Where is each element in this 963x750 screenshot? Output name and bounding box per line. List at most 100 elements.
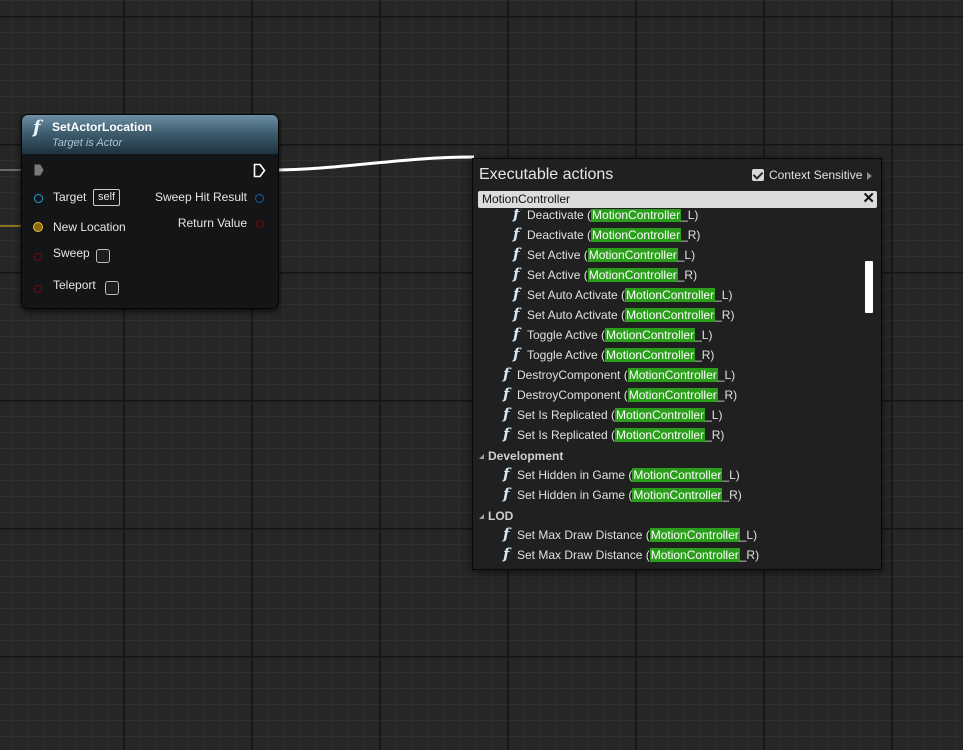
action-item[interactable]: f Set Is Replicated (MotionController_L) <box>503 406 722 426</box>
search-match-highlight: MotionController <box>649 528 740 542</box>
search-match-highlight: MotionController <box>605 328 696 342</box>
search-match-highlight: MotionController <box>591 209 682 222</box>
category-header[interactable]: Motion Controller <box>479 568 588 569</box>
function-icon: f <box>513 265 520 283</box>
teleport-checkbox[interactable] <box>105 281 119 295</box>
action-item[interactable]: f Toggle Active (MotionController_R) <box>513 346 714 366</box>
sweep-hit-result-pin-icon[interactable] <box>255 194 264 203</box>
action-label: Set Max Draw Distance ( <box>517 548 650 562</box>
function-icon: f <box>503 385 510 403</box>
target-pin-icon[interactable] <box>34 194 43 203</box>
action-label: Set Max Draw Distance ( <box>517 528 650 542</box>
function-icon: f <box>513 325 520 343</box>
action-list[interactable]: f Deactivate (MotionController_L) f Deactiv… <box>473 209 869 569</box>
new-location-pin-icon[interactable] <box>33 222 43 232</box>
node-title: SetActorLocation <box>52 120 153 134</box>
node-subtitle: Target is Actor <box>52 137 123 149</box>
action-label-suffix: _L) <box>722 468 740 482</box>
exec-output-pin-icon[interactable] <box>253 163 266 178</box>
action-label: Set Active ( <box>527 248 588 262</box>
action-label-suffix: _L) <box>681 209 699 222</box>
search-match-highlight: MotionController <box>625 288 716 302</box>
action-item[interactable]: f Set Hidden in Game (MotionController_L) <box>503 466 740 486</box>
action-item[interactable]: f Deactivate (MotionController_R) <box>513 226 700 246</box>
exec-input-pin-icon[interactable] <box>34 164 44 176</box>
category-header[interactable]: Development <box>479 448 563 464</box>
action-item[interactable]: f Toggle Active (MotionController_L) <box>513 326 712 346</box>
search-match-highlight: MotionController <box>615 408 706 422</box>
return-value-pin-icon[interactable] <box>256 220 264 228</box>
action-item[interactable]: f DestroyComponent (MotionController_L) <box>503 366 735 386</box>
sweep-pin-label: Sweep <box>53 246 90 260</box>
teleport-pin-icon[interactable] <box>34 285 42 293</box>
collapse-arrow-icon[interactable] <box>479 454 484 459</box>
action-item[interactable]: f Set Max Draw Distance (MotionController… <box>503 526 757 546</box>
function-icon: f <box>513 209 520 223</box>
action-label-suffix: _R) <box>681 228 701 242</box>
action-item[interactable]: f Set Active (MotionController_L) <box>513 246 695 266</box>
action-item[interactable]: f Set Is Replicated (MotionController_R) <box>503 426 724 446</box>
target-default-value[interactable]: self <box>93 189 121 206</box>
action-item[interactable]: f Set Max Draw Distance (MotionController… <box>503 546 759 566</box>
function-icon: f <box>503 545 510 563</box>
category-label: Development <box>488 449 564 463</box>
action-label: Toggle Active ( <box>527 328 606 342</box>
scrollbar-thumb[interactable] <box>865 261 873 313</box>
search-match-highlight: MotionController <box>615 428 706 442</box>
function-icon: f <box>503 525 510 543</box>
action-label-suffix: _L) <box>695 328 713 342</box>
action-label-suffix: _R) <box>677 268 698 282</box>
action-label: Set Is Replicated ( <box>517 408 616 422</box>
context-sensitive-checkbox[interactable] <box>752 169 764 181</box>
search-match-highlight: MotionController <box>591 228 682 242</box>
action-item[interactable]: f Set Auto Activate (MotionController_L) <box>513 286 732 306</box>
action-item[interactable]: f Set Auto Activate (MotionController_R) <box>513 306 734 326</box>
category-header[interactable]: LOD <box>479 508 513 524</box>
action-label-suffix: _R) <box>705 428 725 442</box>
node-header[interactable]: f SetActorLocation Target is Actor <box>22 115 278 154</box>
action-item[interactable]: f Set Active (MotionController_R) <box>513 266 697 286</box>
action-label-suffix: _L) <box>717 368 736 382</box>
action-label-suffix: _R) <box>715 308 735 322</box>
sweep-pin-icon[interactable] <box>34 253 42 261</box>
search-match-highlight: MotionController <box>627 388 718 402</box>
sweep-checkbox[interactable] <box>96 249 110 263</box>
search-match-highlight: MotionController <box>625 308 716 322</box>
new-location-pin-label: New Location <box>53 220 126 234</box>
action-label-suffix: _L) <box>739 528 758 542</box>
context-sensitive-label[interactable]: Context Sensitive <box>769 168 862 182</box>
action-label-suffix: _R) <box>722 488 742 502</box>
search-match-highlight: MotionController <box>632 488 723 502</box>
function-icon: f <box>513 225 520 243</box>
search-match-highlight: MotionController <box>649 548 740 562</box>
search-match-highlight: MotionController <box>627 368 718 382</box>
action-label: DestroyComponent ( <box>517 388 628 402</box>
function-icon: f <box>513 245 520 263</box>
action-label-suffix: _R) <box>739 548 760 562</box>
action-item[interactable]: f DestroyComponent (MotionController_R) <box>503 386 737 406</box>
action-item[interactable]: f Deactivate (MotionController_L) <box>513 209 698 226</box>
action-item[interactable]: f Set Hidden in Game (MotionController_R) <box>503 486 742 506</box>
function-icon: f <box>503 485 510 503</box>
teleport-pin-label: Teleport <box>53 278 96 292</box>
clear-search-icon[interactable]: ✕ <box>862 190 875 207</box>
sweep-hit-result-pin-label: Sweep Hit Result <box>154 190 247 204</box>
function-icon: f <box>503 465 510 483</box>
context-sensitive-arrow-icon[interactable] <box>867 172 872 180</box>
search-input-value[interactable]: MotionController <box>482 192 570 206</box>
set-actor-location-node[interactable]: f SetActorLocation Target is Actor Targe… <box>21 114 279 309</box>
action-label-suffix: _L) <box>677 248 696 262</box>
action-label: Set Hidden in Game ( <box>517 468 633 482</box>
executable-actions-menu[interactable]: Executable actions Context Sensitive Mot… <box>472 158 882 570</box>
menu-title: Executable actions <box>479 166 614 183</box>
action-label: Set Is Replicated ( <box>517 428 616 442</box>
target-pin-label: Target <box>53 190 87 204</box>
category-label: LOD <box>488 509 514 523</box>
function-icon: f <box>503 425 510 443</box>
action-label: Toggle Active ( <box>527 348 606 362</box>
search-input[interactable]: MotionController ✕ <box>478 190 877 208</box>
collapse-arrow-icon[interactable] <box>479 514 484 519</box>
search-match-highlight: MotionController <box>605 348 696 362</box>
function-icon: f <box>513 305 520 323</box>
function-icon: f <box>33 117 41 138</box>
